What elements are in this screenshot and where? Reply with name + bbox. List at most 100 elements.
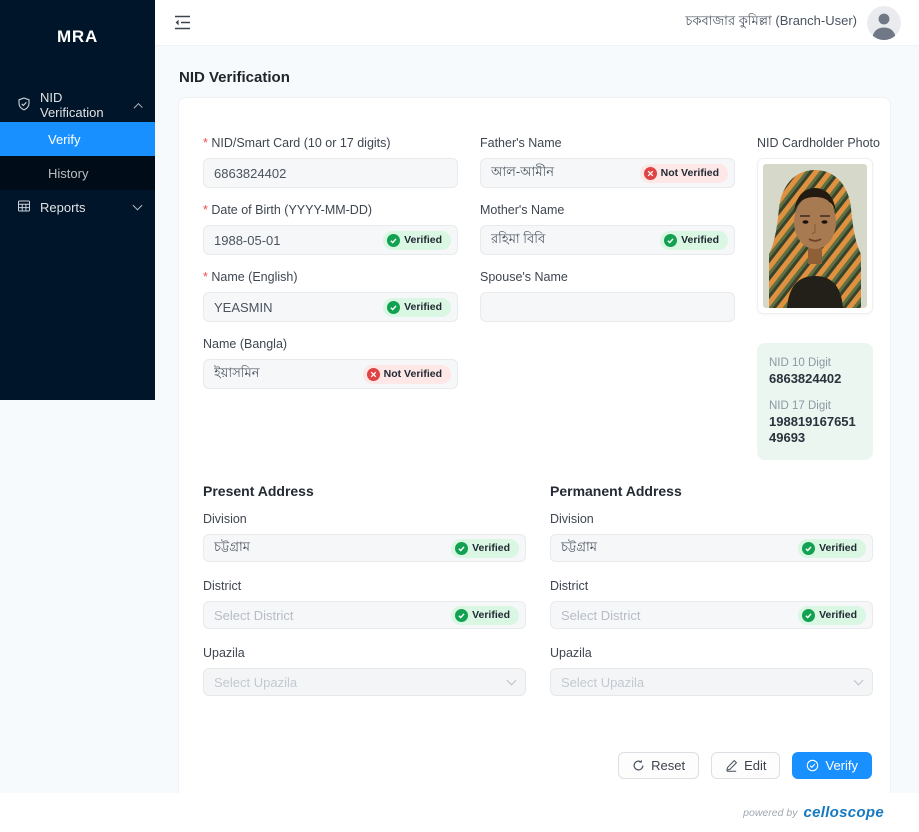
- verified-badge: Verified: [383, 231, 451, 250]
- present-address-section: Present Address Division চট্টগ্রাম Verif…: [203, 483, 526, 712]
- edit-icon: [725, 759, 738, 772]
- safety-certificate-icon: [17, 97, 31, 114]
- user-name: চকবাজার কুমিল্লা (Branch-User): [685, 12, 857, 33]
- edit-label: Edit: [744, 758, 766, 773]
- main-content: NID Verification NID/Smart Card (10 or 1…: [155, 46, 919, 800]
- chevron-down-icon: [854, 676, 864, 686]
- nid10-label: NID 10 Digit: [769, 357, 861, 369]
- verified-badge: Verified: [798, 606, 866, 625]
- name-english-input[interactable]: YEASMIN Verified: [203, 292, 458, 322]
- nid-value: 6863824402: [214, 166, 451, 181]
- upazila-label: Upazila: [550, 645, 873, 661]
- mother-name-value: রহিমা বিবি: [491, 230, 660, 251]
- sidebar-item-history[interactable]: History: [0, 156, 155, 190]
- verified-badge: Verified: [451, 606, 519, 625]
- chevron-down-icon: [507, 676, 517, 686]
- sidebar-item-label: Reports: [40, 200, 86, 215]
- verified-badge: Verified: [660, 231, 728, 250]
- name-english-label: Name (English): [203, 269, 458, 285]
- form-column-middle: Father's Name আল-আমীন Not Verified Mothe…: [480, 135, 735, 460]
- form-column-right: NID Cardholder Photo: [757, 135, 873, 460]
- reset-icon: [632, 759, 645, 772]
- top-header: চকবাজার কুমিল্লা (Branch-User): [155, 0, 919, 46]
- check-circle-icon: [387, 301, 400, 314]
- nid10-value: 6863824402: [769, 371, 861, 387]
- nid17-label: NID 17 Digit: [769, 400, 861, 412]
- check-circle-icon: [802, 542, 815, 555]
- verified-badge: Verified: [798, 539, 866, 558]
- app-logo: MRA: [0, 0, 155, 70]
- dob-value: 1988-05-01: [214, 233, 383, 248]
- check-circle-icon: [802, 609, 815, 622]
- verified-badge: Verified: [451, 539, 519, 558]
- permanent-address-section: Permanent Address Division চট্টগ্রাম Ver…: [550, 483, 873, 712]
- nid-verification-card: NID/Smart Card (10 or 17 digits) 6863824…: [178, 97, 891, 800]
- present-address-title: Present Address: [203, 483, 526, 499]
- check-circle-icon: [387, 234, 400, 247]
- permanent-address-title: Permanent Address: [550, 483, 873, 499]
- division-label: Division: [203, 511, 526, 527]
- verified-badge: Verified: [383, 298, 451, 317]
- menu-fold-icon[interactable]: [171, 12, 193, 34]
- chevron-down-icon: [133, 201, 143, 211]
- cardholder-photo-label: NID Cardholder Photo: [757, 135, 873, 151]
- present-upazila-placeholder: Select Upazila: [214, 675, 508, 690]
- father-name-input[interactable]: আল-আমীন Not Verified: [480, 158, 735, 188]
- father-name-value: আল-আমীন: [491, 163, 640, 184]
- present-division-input[interactable]: চট্টগ্রাম Verified: [203, 534, 526, 562]
- reset-label: Reset: [651, 758, 685, 773]
- permanent-division-input[interactable]: চট্টগ্রাম Verified: [550, 534, 873, 562]
- verify-button[interactable]: Verify: [792, 752, 872, 779]
- celloscope-logo: celloscope: [803, 804, 884, 821]
- sidebar-item-verify[interactable]: Verify: [0, 122, 155, 156]
- spouse-name-input[interactable]: [480, 292, 735, 322]
- mother-name-label: Mother's Name: [480, 202, 735, 218]
- sidebar-item-label: History: [48, 166, 88, 181]
- check-circle-icon: [455, 609, 468, 622]
- form-column-left: NID/Smart Card (10 or 17 digits) 6863824…: [203, 135, 458, 460]
- chevron-up-icon: [133, 102, 142, 111]
- name-bangla-input[interactable]: ইয়াসমিন Not Verified: [203, 359, 458, 389]
- page-title: NID Verification: [155, 46, 919, 86]
- sidebar: MRA NID Verification Verify History Repo…: [0, 0, 155, 400]
- powered-by-text: powered by: [743, 807, 797, 819]
- sidebar-item-nid-verification[interactable]: NID Verification: [0, 88, 155, 122]
- division-label: Division: [550, 511, 873, 527]
- cardholder-photo: [757, 158, 873, 314]
- reset-button[interactable]: Reset: [618, 752, 699, 779]
- not-verified-badge: Not Verified: [640, 164, 728, 183]
- present-district-placeholder: Select District: [214, 608, 451, 623]
- permanent-district-input[interactable]: Select District Verified: [550, 601, 873, 629]
- nid-input[interactable]: 6863824402: [203, 158, 458, 188]
- nid-summary-box: NID 10 Digit 6863824402 NID 17 Digit 198…: [757, 343, 873, 460]
- user-avatar-icon[interactable]: [867, 6, 901, 40]
- sidebar-item-label: NID Verification: [40, 90, 117, 120]
- present-division-value: চট্টগ্রাম: [214, 538, 451, 559]
- upazila-label: Upazila: [203, 645, 526, 661]
- permanent-district-placeholder: Select District: [561, 608, 798, 623]
- check-circle-icon: [664, 234, 677, 247]
- check-circle-icon: [806, 759, 819, 772]
- name-english-value: YEASMIN: [214, 300, 383, 315]
- x-circle-icon: [644, 167, 657, 180]
- check-circle-icon: [455, 542, 468, 555]
- name-bangla-value: ইয়াসমিন: [214, 364, 363, 385]
- x-circle-icon: [367, 368, 380, 381]
- table-icon: [17, 199, 31, 216]
- permanent-upazila-select[interactable]: Select Upazila: [550, 668, 873, 696]
- page-footer: powered by celloscope: [0, 793, 919, 832]
- name-bangla-label: Name (Bangla): [203, 336, 458, 352]
- present-district-input[interactable]: Select District Verified: [203, 601, 526, 629]
- dob-input[interactable]: 1988-05-01 Verified: [203, 225, 458, 255]
- mother-name-input[interactable]: রহিমা বিবি Verified: [480, 225, 735, 255]
- edit-button[interactable]: Edit: [711, 752, 780, 779]
- present-upazila-select[interactable]: Select Upazila: [203, 668, 526, 696]
- action-buttons: Reset Edit Verify: [203, 752, 872, 779]
- verify-label: Verify: [825, 758, 858, 773]
- permanent-upazila-placeholder: Select Upazila: [561, 675, 855, 690]
- district-label: District: [550, 578, 873, 594]
- sidebar-item-reports[interactable]: Reports: [0, 190, 155, 224]
- nid-label: NID/Smart Card (10 or 17 digits): [203, 135, 458, 151]
- not-verified-badge: Not Verified: [363, 365, 451, 384]
- nid17-value: 19881916765149693: [769, 414, 861, 446]
